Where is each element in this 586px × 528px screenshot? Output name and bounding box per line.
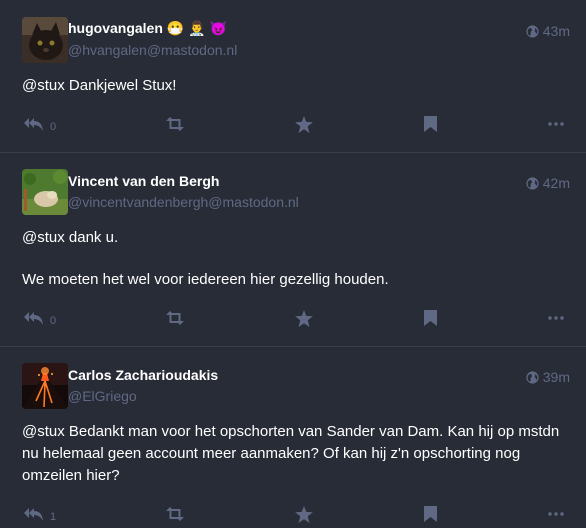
reply-button[interactable]: 1: [24, 502, 56, 526]
favourite-button[interactable]: [295, 306, 313, 330]
star-icon: [295, 505, 313, 523]
emoji: 😷: [166, 20, 185, 36]
timestamp[interactable]: 39m: [526, 369, 570, 385]
volcano-avatar-image: [22, 363, 68, 409]
status-paragraph: @stux Dankjewel Stux!: [22, 77, 177, 94]
bookmark-icon: [424, 506, 437, 522]
ellipsis-icon: [548, 316, 564, 320]
action-bar: 0: [22, 112, 572, 136]
globe-icon: [526, 176, 539, 190]
avatar[interactable]: [22, 17, 68, 63]
reply-all-icon: [24, 312, 43, 325]
emoji: 👨‍⚕️: [188, 20, 206, 36]
globe-icon: [526, 370, 539, 384]
globe-icon: [526, 24, 539, 38]
time-text: 39m: [542, 369, 570, 385]
emoji: 😈: [209, 20, 228, 36]
action-bar: 0: [22, 306, 572, 330]
status-content: @stux dank u. We moeten het wel voor ied…: [22, 227, 572, 291]
status-item[interactable]: Carlos Zacharioudakis @ElGriego 39m @stu…: [0, 347, 586, 528]
avatar[interactable]: [22, 363, 68, 409]
bookmark-button[interactable]: [424, 306, 437, 330]
bookmark-button[interactable]: [424, 502, 437, 526]
ellipsis-icon: [548, 122, 564, 126]
reply-all-icon: [24, 118, 43, 131]
account-handle[interactable]: @ElGriego: [68, 388, 137, 404]
ellipsis-icon: [548, 512, 564, 516]
timestamp[interactable]: 43m: [526, 23, 570, 39]
dog-in-grass-avatar-image: [22, 169, 68, 215]
retweet-icon: [166, 117, 184, 131]
status-item[interactable]: Vincent van den Bergh @vincentvandenberg…: [0, 153, 586, 347]
account-handle[interactable]: @hvangalen@mastodon.nl: [68, 42, 237, 58]
time-text: 42m: [542, 175, 570, 191]
time-text: 43m: [542, 23, 570, 39]
star-icon: [295, 309, 313, 327]
retweet-icon: [166, 311, 184, 325]
boost-button[interactable]: [165, 112, 185, 136]
display-name-text: Vincent van den Bergh: [68, 173, 220, 189]
cat-avatar-image: [22, 17, 68, 63]
bookmark-button[interactable]: [424, 112, 437, 136]
timestamp[interactable]: 42m: [526, 175, 570, 191]
status-content: @stux Bedankt man voor het opschorten va…: [22, 421, 572, 487]
more-options-button[interactable]: [548, 306, 564, 330]
status-paragraph: @stux dank u.: [22, 229, 119, 246]
display-name-text: hugovangalen: [68, 20, 163, 36]
reply-button[interactable]: 0: [24, 112, 56, 136]
action-bar: 1: [22, 502, 572, 526]
favourite-button[interactable]: [295, 112, 313, 136]
boost-button[interactable]: [165, 306, 185, 330]
status-paragraph: @stux Bedankt man voor het opschorten va…: [22, 423, 560, 484]
more-options-button[interactable]: [548, 112, 564, 136]
display-name-text: Carlos Zacharioudakis: [68, 367, 219, 383]
status-paragraph: We moeten het wel voor iedereen hier gez…: [22, 271, 389, 288]
avatar[interactable]: [22, 169, 68, 215]
star-icon: [295, 115, 313, 133]
favourite-button[interactable]: [295, 502, 313, 526]
retweet-icon: [166, 507, 184, 521]
display-name[interactable]: hugovangalen 😷 👨‍⚕️ 😈: [68, 20, 227, 37]
reply-button[interactable]: 0: [24, 306, 56, 330]
display-name[interactable]: Vincent van den Bergh: [68, 173, 219, 189]
reply-count: 0: [50, 315, 57, 327]
display-name[interactable]: Carlos Zacharioudakis: [68, 367, 218, 383]
status-content: @stux Dankjewel Stux!: [22, 75, 572, 97]
reply-count: 0: [50, 121, 57, 133]
boost-button[interactable]: [165, 502, 185, 526]
reply-all-icon: [24, 508, 43, 521]
account-handle[interactable]: @vincentvandenbergh@mastodon.nl: [68, 194, 299, 210]
reply-count: 1: [50, 511, 57, 523]
status-item[interactable]: hugovangalen 😷 👨‍⚕️ 😈 @hvangalen@mastodon.n…: [0, 0, 586, 153]
more-options-button[interactable]: [548, 502, 564, 526]
bookmark-icon: [424, 310, 437, 326]
bookmark-icon: [424, 116, 437, 132]
